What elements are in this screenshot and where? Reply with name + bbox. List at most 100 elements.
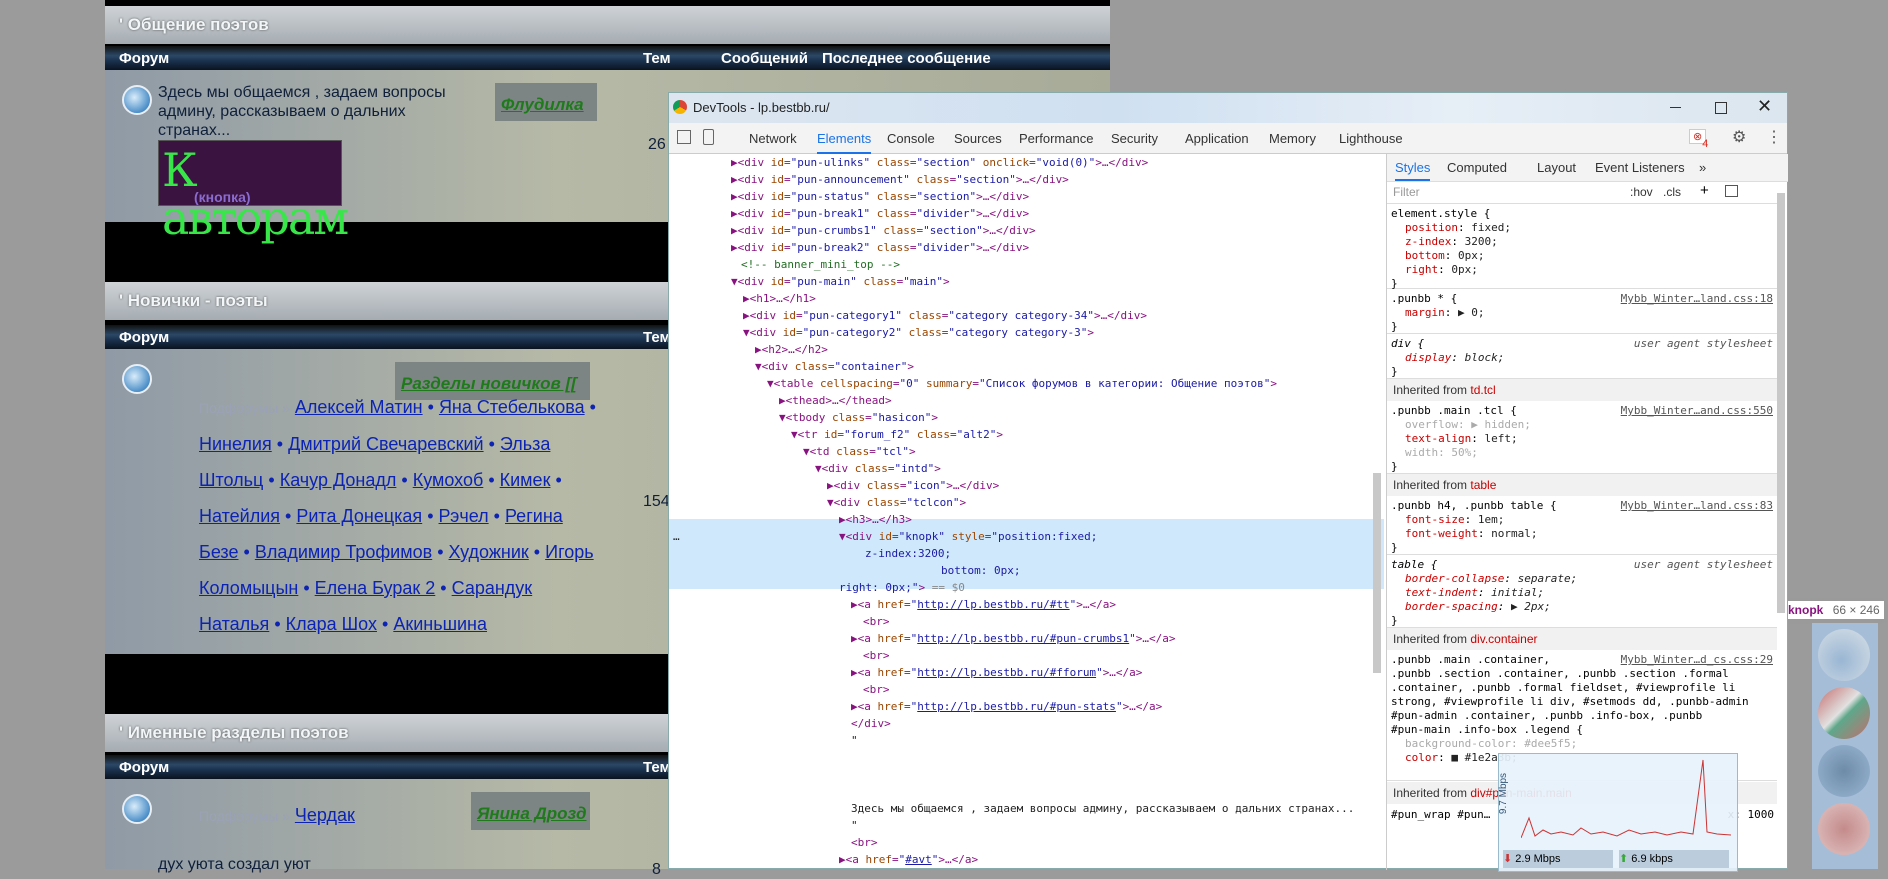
text-node[interactable]: " — [851, 732, 858, 749]
subforum-link[interactable]: Акиньшина — [393, 614, 487, 634]
dom-node[interactable]: ▶<a href="#avt">…</a> — [839, 851, 978, 868]
device-toolbar-icon[interactable] — [703, 129, 714, 145]
tab-elements[interactable]: Elements — [817, 131, 872, 154]
dom-node[interactable]: <br> — [863, 613, 890, 630]
subforum-link[interactable]: Качур Донадл — [280, 470, 397, 490]
maximize-icon[interactable] — [1715, 102, 1727, 114]
knopk-button-4[interactable] — [1818, 803, 1870, 855]
dom-node[interactable]: ▶<div id="pun-break2" class="divider">…<… — [731, 239, 1029, 256]
dom-node-selected[interactable]: ▼<div id="knopk" style="position:fixed; — [839, 528, 1097, 545]
dom-node[interactable]: ▼<div class="tclcon"> — [827, 494, 966, 511]
subforums-label: Подфорумы » — [199, 400, 290, 416]
separator: • — [268, 470, 275, 490]
dom-node[interactable]: ▶<thead>…</thead> — [779, 392, 892, 409]
dom-node[interactable]: ▶<a href="http://lp.bestbb.ru/#tt">…</a> — [851, 596, 1116, 613]
subforum-link[interactable]: Художник — [449, 542, 529, 562]
subforum-link[interactable]: Кумохоб — [413, 470, 484, 490]
last-post-link[interactable]: Янина Дрозд — [471, 792, 590, 830]
tab-performance[interactable]: Performance — [1019, 131, 1093, 146]
subforum-link[interactable]: Кимек — [500, 470, 551, 490]
dom-node[interactable]: ▶<a href="http://lp.bestbb.ru/#pun-stats… — [851, 698, 1162, 715]
k-avtoram-banner[interactable]: К авторам (кнопка) — [158, 140, 349, 242]
dom-node[interactable]: </div> — [851, 715, 891, 732]
tab-console[interactable]: Console — [887, 131, 935, 146]
subforum-link[interactable]: Рэчел — [439, 506, 489, 526]
minimize-icon[interactable] — [1670, 107, 1681, 108]
tab-memory[interactable]: Memory — [1269, 131, 1316, 146]
more-menu-icon[interactable]: ⋮ — [1766, 127, 1782, 147]
dom-node[interactable]: <br> — [863, 647, 890, 664]
dom-node[interactable]: ▼<div class="intd"> — [815, 460, 941, 477]
dom-node[interactable]: ▼<div class="container"> — [755, 358, 914, 375]
col-posts: Сообщений — [721, 50, 808, 67]
knopk-button-1[interactable] — [1818, 629, 1870, 681]
tab-styles[interactable]: Styles — [1395, 160, 1431, 181]
dom-node[interactable]: ▶<div id="pun-crumbs1" class="section">…… — [731, 222, 1036, 239]
text-node[interactable]: Здесь мы общаемся , задаем вопросы админ… — [851, 800, 1354, 817]
subforum-list: Подфорумы » Алексей Матин • Яна Стебельк… — [199, 389, 599, 642]
dom-node[interactable]: ▶<a href="http://lp.bestbb.ru/#fforum">…… — [851, 664, 1142, 681]
text-node[interactable]: " — [851, 817, 858, 834]
dom-node[interactable]: ▼<table cellspacing="0" summary="Список … — [767, 375, 1277, 392]
subforum-link[interactable]: Рита Донецкая — [296, 506, 422, 526]
dom-node[interactable]: ▶<h1>…</h1> — [743, 290, 816, 307]
hov-toggle[interactable]: :hov — [1630, 185, 1653, 199]
elements-scrollbar[interactable] — [1373, 473, 1381, 673]
tab-layout[interactable]: Layout — [1537, 160, 1576, 175]
css-source-link[interactable]: Mybb_Winter…and.css:550 — [1621, 404, 1773, 417]
subforum-link[interactable]: Дмитрий Свечаревский — [288, 434, 484, 454]
dom-node[interactable]: ▶<div id="pun-status" class="section">…<… — [731, 188, 1029, 205]
tab-event-listeners[interactable]: Event Listeners — [1595, 160, 1685, 175]
tab-application[interactable]: Application — [1185, 131, 1249, 146]
subforum-link[interactable]: Владимир Трофимов — [255, 542, 432, 562]
dom-node[interactable]: ▶<div id="pun-category1" class="category… — [743, 307, 1147, 324]
dom-node[interactable]: ▶<a href="http://lp.bestbb.ru/#pun-crumb… — [851, 630, 1176, 647]
subforum-link[interactable]: Клара Шох — [286, 614, 377, 634]
subforum-link[interactable]: Яна Стебелькова — [439, 397, 585, 417]
dom-node[interactable]: ▼<tr id="forum_f2" class="alt2"> — [791, 426, 1003, 443]
close-icon[interactable]: ✕ — [1757, 96, 1772, 117]
dom-node[interactable]: ▶<h2>…</h2> — [755, 341, 828, 358]
dom-node[interactable]: ▼<div id="pun-main" class="main"> — [731, 273, 950, 290]
css-source-link[interactable]: Mybb_Winter…land.css:83 — [1621, 499, 1773, 512]
dom-node[interactable]: ▼<tbody class="hasicon"> — [779, 409, 938, 426]
styles-scrollbar[interactable] — [1777, 193, 1785, 613]
css-source-link[interactable]: Mybb_Winter…land.css:18 — [1621, 292, 1773, 305]
gear-icon[interactable]: ⚙ — [1732, 127, 1746, 147]
subforum-link[interactable]: Чердак — [295, 805, 355, 825]
dom-node[interactable]: ▼<td class="tcl"> — [803, 443, 916, 460]
add-rule-icon[interactable]: + — [1700, 182, 1709, 199]
inspect-icon[interactable] — [677, 130, 691, 144]
tab-lighthouse[interactable]: Lighthouse — [1339, 131, 1403, 146]
devtools-tabs: Network Elements Console Sources Perform… — [669, 123, 1787, 154]
error-count: 4 — [1702, 138, 1709, 150]
knopk-button-3[interactable] — [1818, 745, 1870, 797]
knopk-button-2[interactable] — [1818, 687, 1870, 739]
tab-computed[interactable]: Computed — [1447, 160, 1507, 175]
subforum-link[interactable]: Нинелия — [199, 434, 272, 454]
dom-node[interactable]: ▼<div id="pun-category2" class="category… — [743, 324, 1094, 341]
css-source-link[interactable]: Mybb_Winter…d_cs.css:29 — [1621, 653, 1773, 666]
tab-security[interactable]: Security — [1111, 131, 1158, 146]
last-post-link[interactable]: Флудилка — [495, 83, 597, 121]
dom-node[interactable]: ▶<div id="pun-announcement" class="secti… — [731, 171, 1069, 188]
subforum-link[interactable]: Натейлия — [199, 506, 280, 526]
tab-network[interactable]: Network — [749, 131, 797, 146]
tab-more[interactable]: » — [1699, 160, 1706, 175]
sidebar-toggle-icon[interactable] — [1725, 185, 1738, 197]
subforum-link[interactable]: Алексей Матин — [295, 397, 423, 417]
filter-input[interactable]: Filter — [1393, 185, 1420, 199]
tab-sources[interactable]: Sources — [954, 131, 1002, 146]
error-badge[interactable]: ⊗ 4 — [1689, 129, 1708, 150]
dom-node[interactable]: <br> — [863, 681, 890, 698]
ellipsis-icon[interactable]: … — [673, 528, 680, 545]
subforum-link[interactable]: Елена Бурак 2 — [315, 578, 436, 598]
dom-comment[interactable]: <!-- banner_mini_top --> — [741, 256, 900, 273]
dom-node[interactable]: ▶<div id="pun-ulinks" class="section" on… — [731, 154, 1148, 171]
cls-toggle[interactable]: .cls — [1663, 185, 1681, 199]
dom-node[interactable]: ▶<div class="icon">…</div> — [827, 477, 999, 494]
dom-node[interactable]: ▶<h3>…</h3> — [839, 511, 912, 528]
col-topics: Тем — [643, 50, 671, 67]
dom-node[interactable]: <br> — [851, 834, 878, 851]
dom-node[interactable]: ▶<div id="pun-break1" class="divider">…<… — [731, 205, 1029, 222]
